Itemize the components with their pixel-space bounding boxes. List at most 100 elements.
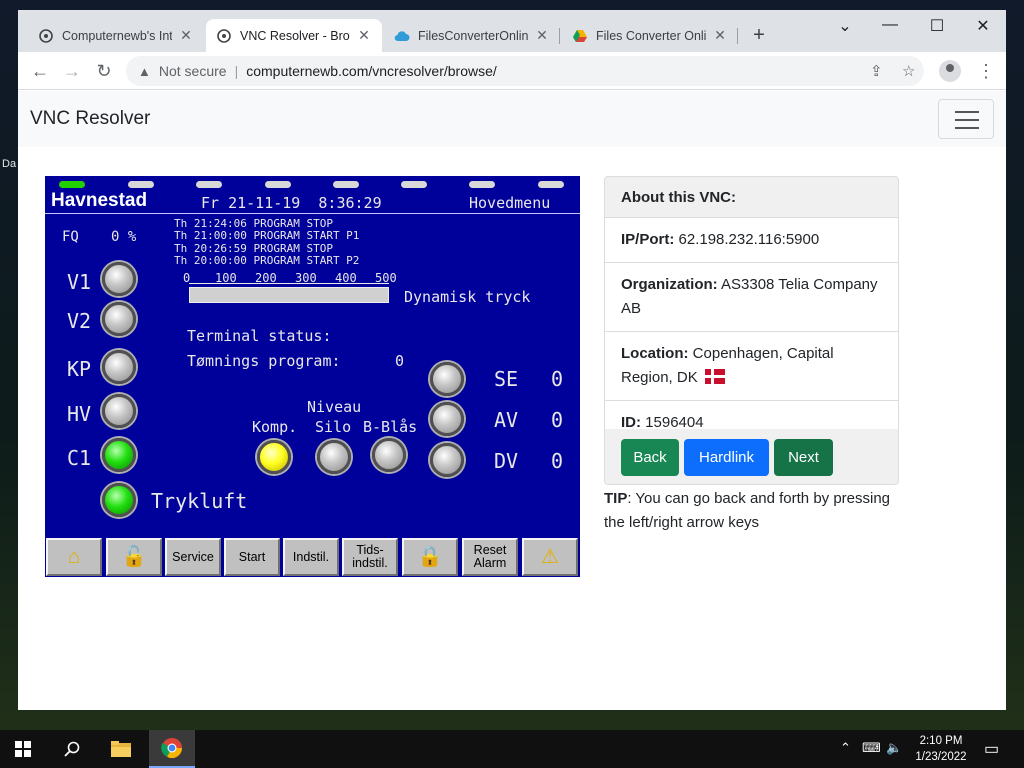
close-tab-icon[interactable]: ✕ [178, 27, 194, 44]
hmi-alarm-button[interactable]: ⚠ [522, 538, 578, 576]
hmi-site-name: Havnestad [51, 190, 148, 211]
valve-label-c1: C1 [67, 446, 92, 470]
chrome-taskbar-icon[interactable] [149, 730, 195, 768]
program-value: 0 [395, 352, 405, 370]
silo-indicator[interactable] [317, 440, 351, 474]
clock-time: 2:10 PM [919, 735, 963, 747]
close-tab-icon[interactable]: ✕ [712, 27, 728, 44]
reload-icon[interactable]: ↻ [93, 60, 115, 82]
silo-label: Silo [315, 418, 352, 436]
tab-title: FilesConverterOnline [418, 28, 528, 43]
valve-c1-indicator[interactable] [102, 438, 136, 472]
tray-chevron-icon[interactable]: ⌃ [840, 740, 851, 756]
next-button[interactable]: Next [774, 439, 833, 476]
file-explorer-icon[interactable] [98, 730, 144, 768]
valve-v1-indicator[interactable] [102, 262, 136, 296]
card-footer: Back Hardlink Next [605, 429, 898, 484]
minimize-icon[interactable]: — [878, 16, 902, 34]
drive-favicon-icon [572, 28, 588, 44]
tip-text: TIP: You can go back and forth by pressi… [604, 487, 904, 535]
valve-label-hv: HV [67, 402, 92, 426]
komp-label: Komp. [252, 418, 298, 436]
status-lamp [401, 181, 427, 188]
start-label: Start [238, 549, 266, 564]
trykluft-indicator[interactable] [102, 483, 136, 517]
site-brand[interactable]: VNC Resolver [30, 108, 150, 130]
alarm-label: Alarm [473, 556, 507, 570]
hmi-button-bar: ⌂ 🔓 Service Start Indstil. Tids- indstil… [45, 536, 580, 577]
browser-menu-icon[interactable]: ⋮ [977, 61, 995, 81]
lock-icon: 🔒 [417, 545, 443, 568]
new-tab-button[interactable]: + [748, 24, 770, 47]
volume-muted-icon[interactable]: 🔈 [886, 740, 902, 756]
forward-arrow-icon[interactable]: → [61, 60, 83, 82]
ip-port-label: IP/Port: [621, 231, 675, 248]
site-favicon-icon [216, 28, 232, 44]
valve-hv-indicator[interactable] [102, 394, 136, 428]
pressure-label: Dynamisk tryck [404, 288, 531, 306]
komp-indicator[interactable] [257, 440, 291, 474]
address-separator: | [234, 63, 239, 79]
bookmark-star-icon[interactable]: ☆ [902, 62, 915, 80]
warning-triangle-icon[interactable]: ▲ [138, 64, 151, 79]
hardlink-button[interactable]: Hardlink [684, 439, 769, 476]
hamburger-line [955, 127, 979, 129]
unlock-icon: 🔓 [121, 545, 147, 568]
close-tab-icon[interactable]: ✕ [356, 27, 372, 44]
close-window-icon[interactable]: ✕ [971, 16, 995, 36]
hmi-start-button[interactable]: Start [224, 538, 280, 576]
notifications-icon[interactable]: ▭ [984, 739, 999, 759]
hmi-lock-button[interactable]: 🔒 [402, 538, 458, 576]
hmi-home-button[interactable]: ⌂ [46, 538, 102, 576]
hmi-service-button[interactable]: Service [165, 538, 221, 576]
tab-strip: Computernewb's Inte ✕ VNC Resolver - Bro… [18, 10, 1006, 52]
network-icon[interactable]: ⌨ [862, 740, 881, 756]
valve-v2-indicator[interactable] [102, 302, 136, 336]
niveau-label: Niveau [307, 398, 362, 416]
url-text[interactable]: computernewb.com/vncresolver/browse/ [246, 63, 497, 79]
maximize-icon[interactable]: ☐ [925, 16, 949, 36]
tab-title: Computernewb's Inte [62, 28, 172, 43]
vnc-screenshot[interactable]: Havnestad Fr 21-11-19 8:36:29 Hovedmenu … [45, 176, 580, 577]
not-secure-label[interactable]: Not secure [159, 63, 227, 79]
desktop-icon-label[interactable]: Da [2, 158, 16, 170]
home-icon: ⌂ [67, 545, 81, 568]
valve-kp-indicator[interactable] [102, 350, 136, 384]
share-icon[interactable]: ⇪ [870, 62, 883, 80]
indstil-label: Indstil. [292, 549, 330, 564]
tab-vnc-resolver[interactable]: VNC Resolver - Brow ✕ [206, 19, 382, 52]
indstil-label: indstil. [352, 556, 388, 570]
av-indicator[interactable] [430, 402, 464, 436]
back-button[interactable]: Back [621, 439, 679, 476]
tab-filesconverteronline[interactable]: FilesConverterOnline ✕ [384, 19, 560, 52]
event-log-line: Th 20:00:00 PROGRAM START P2 [174, 254, 360, 267]
tab-search-chevron-icon[interactable]: ⌄ [833, 16, 857, 36]
dv-indicator[interactable] [430, 443, 464, 477]
av-value: 0 [551, 408, 564, 432]
back-arrow-icon[interactable]: ← [29, 60, 51, 82]
status-lamp [196, 181, 222, 188]
address-bar[interactable]: ▲ Not secure | computernewb.com/vncresol… [126, 56, 924, 86]
hmi-reset-alarm-button[interactable]: Reset Alarm [462, 538, 518, 576]
tab-computernewb[interactable]: Computernewb's Inte ✕ [28, 19, 204, 52]
start-button[interactable] [0, 730, 46, 768]
hmi-unlock-button[interactable]: 🔓 [106, 538, 162, 576]
hmi-time-settings-button[interactable]: Tids- indstil. [342, 538, 398, 576]
se-label: SE [494, 367, 519, 391]
web-page: VNC Resolver Havnestad Fr 21-11-19 8:36:… [18, 91, 1006, 710]
browser-toolbar: ← → ↻ ▲ Not secure | computernewb.com/vn… [18, 52, 1006, 90]
b-blas-indicator[interactable] [372, 438, 406, 472]
navbar-toggle-button[interactable] [938, 99, 994, 139]
dv-value: 0 [551, 449, 564, 473]
profile-avatar-icon[interactable] [939, 60, 961, 82]
taskbar-clock[interactable]: 2:10 PM 1/23/2022 [906, 733, 976, 765]
hamburger-line [955, 119, 979, 121]
tab-files-converter[interactable]: Files Converter Onlin ✕ [562, 19, 738, 52]
hmi-settings-button[interactable]: Indstil. [283, 538, 339, 576]
fq-value: 0 % [111, 229, 137, 245]
se-indicator[interactable] [430, 362, 464, 396]
about-card-header: About this VNC: [605, 177, 898, 218]
status-lamp [538, 181, 564, 188]
search-icon[interactable] [49, 730, 95, 768]
close-tab-icon[interactable]: ✕ [534, 27, 550, 44]
